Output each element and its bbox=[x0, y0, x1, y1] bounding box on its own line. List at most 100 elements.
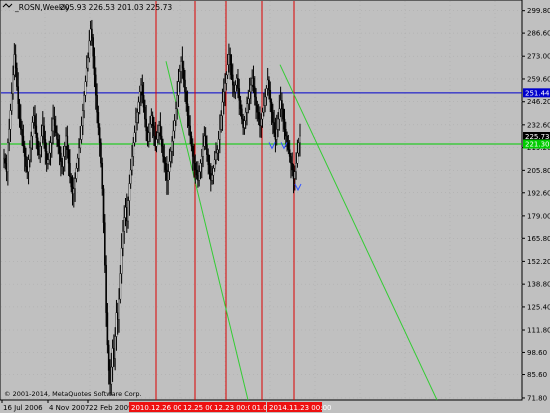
candle-body bbox=[274, 132, 277, 140]
x-tick-label: 16 Jul 2006 bbox=[3, 404, 43, 412]
candle-body bbox=[164, 163, 167, 171]
candle-body bbox=[270, 101, 273, 113]
candle-body bbox=[111, 348, 114, 368]
plot-background bbox=[0, 0, 523, 401]
candle-body bbox=[213, 159, 216, 169]
candle-body bbox=[259, 118, 261, 127]
candle-body bbox=[241, 108, 243, 120]
candle-body bbox=[281, 100, 283, 110]
candle-body bbox=[61, 161, 63, 167]
candle-body bbox=[208, 164, 211, 174]
candle-body bbox=[264, 96, 266, 106]
candle-body bbox=[199, 163, 202, 172]
candle-body bbox=[63, 146, 66, 157]
y-tick-label: 286.60 bbox=[527, 30, 550, 38]
candle-body bbox=[180, 61, 182, 72]
candle-body bbox=[109, 370, 111, 385]
candle-body bbox=[114, 336, 116, 359]
candle-body bbox=[67, 149, 70, 164]
candle-body bbox=[101, 163, 104, 189]
candle-body bbox=[188, 115, 190, 127]
candle-body bbox=[100, 142, 102, 164]
red-date-tag: 01.0 bbox=[252, 404, 268, 412]
candle-body bbox=[178, 71, 181, 82]
candle-body bbox=[256, 105, 259, 113]
candle-body bbox=[3, 157, 5, 160]
red-date-tag: 2014.11.23 00:00 bbox=[269, 404, 331, 412]
candle-body bbox=[18, 103, 21, 120]
y-tick-label: 273.00 bbox=[527, 53, 550, 61]
candle-body bbox=[251, 78, 253, 86]
candle-body bbox=[231, 74, 234, 86]
time-axis: 16 Jul 2006 4 Nov 2007 22 Feb 20092010.12.… bbox=[0, 400, 550, 413]
candle-body bbox=[25, 156, 27, 167]
candle-body bbox=[98, 127, 101, 144]
candle-body bbox=[107, 344, 110, 371]
candle-body bbox=[16, 67, 18, 87]
candle-body bbox=[39, 146, 41, 155]
price-chart[interactable]: 71.8085.6098.60111.80125.40138.80152.201… bbox=[0, 0, 550, 413]
candle-body bbox=[182, 67, 185, 81]
candle-body bbox=[62, 156, 65, 167]
candle-body bbox=[169, 151, 172, 162]
candle-body bbox=[138, 91, 141, 103]
candle-body bbox=[261, 112, 264, 120]
candle-body bbox=[284, 129, 287, 137]
candle-body bbox=[141, 84, 144, 96]
candle-body bbox=[56, 132, 58, 140]
candle-body bbox=[242, 118, 244, 128]
candle-body bbox=[65, 135, 67, 147]
candle-body bbox=[273, 122, 275, 133]
candle-body bbox=[136, 112, 138, 123]
candle-body bbox=[288, 149, 291, 157]
ohlc-values: 205.93 226.53 201.03 225.73 bbox=[60, 3, 172, 12]
candle-body bbox=[45, 151, 48, 164]
candle-body bbox=[76, 157, 79, 169]
candle-body bbox=[159, 125, 162, 137]
candle-body bbox=[140, 84, 142, 93]
candle-body bbox=[78, 147, 80, 159]
candle-body bbox=[34, 115, 36, 127]
y-tick-label: 299.80 bbox=[527, 7, 550, 15]
candle-body bbox=[23, 146, 26, 157]
candle-body bbox=[266, 79, 269, 89]
candle-body bbox=[219, 129, 221, 140]
candle-body bbox=[43, 125, 45, 140]
candle-body bbox=[207, 154, 210, 166]
candle-body bbox=[216, 149, 219, 154]
candle-body bbox=[57, 139, 60, 147]
candle-body bbox=[129, 169, 132, 184]
candle-body bbox=[299, 135, 301, 144]
candle-body bbox=[20, 118, 22, 130]
candle-body bbox=[88, 40, 91, 59]
candle-body bbox=[197, 174, 199, 181]
candle-body bbox=[157, 132, 159, 140]
candle-body bbox=[190, 135, 193, 147]
candle-body bbox=[158, 125, 160, 133]
candle-body bbox=[237, 78, 239, 89]
candle-body bbox=[202, 146, 204, 157]
candle-body bbox=[185, 91, 188, 104]
candle-body bbox=[193, 156, 195, 164]
chart-window[interactable]: 71.80 85.60 98.60 111.80 125.40 138.80 152.20 1… bbox=[0, 0, 550, 413]
candle-body bbox=[150, 115, 153, 125]
candle-body bbox=[10, 93, 13, 111]
candle-body bbox=[166, 169, 168, 181]
candle-body bbox=[113, 348, 115, 359]
candle-body bbox=[71, 186, 74, 194]
candle-body bbox=[66, 135, 69, 150]
candle-body bbox=[93, 56, 96, 76]
candle-body bbox=[250, 84, 252, 93]
candle-body bbox=[120, 247, 123, 274]
candle-body bbox=[175, 108, 177, 121]
candle-body bbox=[87, 57, 89, 69]
candle-body bbox=[204, 135, 207, 145]
chart-header: _ROSN,Weekly 205.93 226.53 201.03 225.73 bbox=[2, 3, 172, 12]
candle-body bbox=[105, 264, 107, 313]
candle-body bbox=[283, 118, 286, 130]
candle-body bbox=[189, 125, 191, 137]
candle-body bbox=[228, 54, 230, 65]
candle-body bbox=[210, 173, 212, 181]
y-tick-label: 259.60 bbox=[527, 75, 550, 83]
candle-body bbox=[226, 64, 229, 76]
